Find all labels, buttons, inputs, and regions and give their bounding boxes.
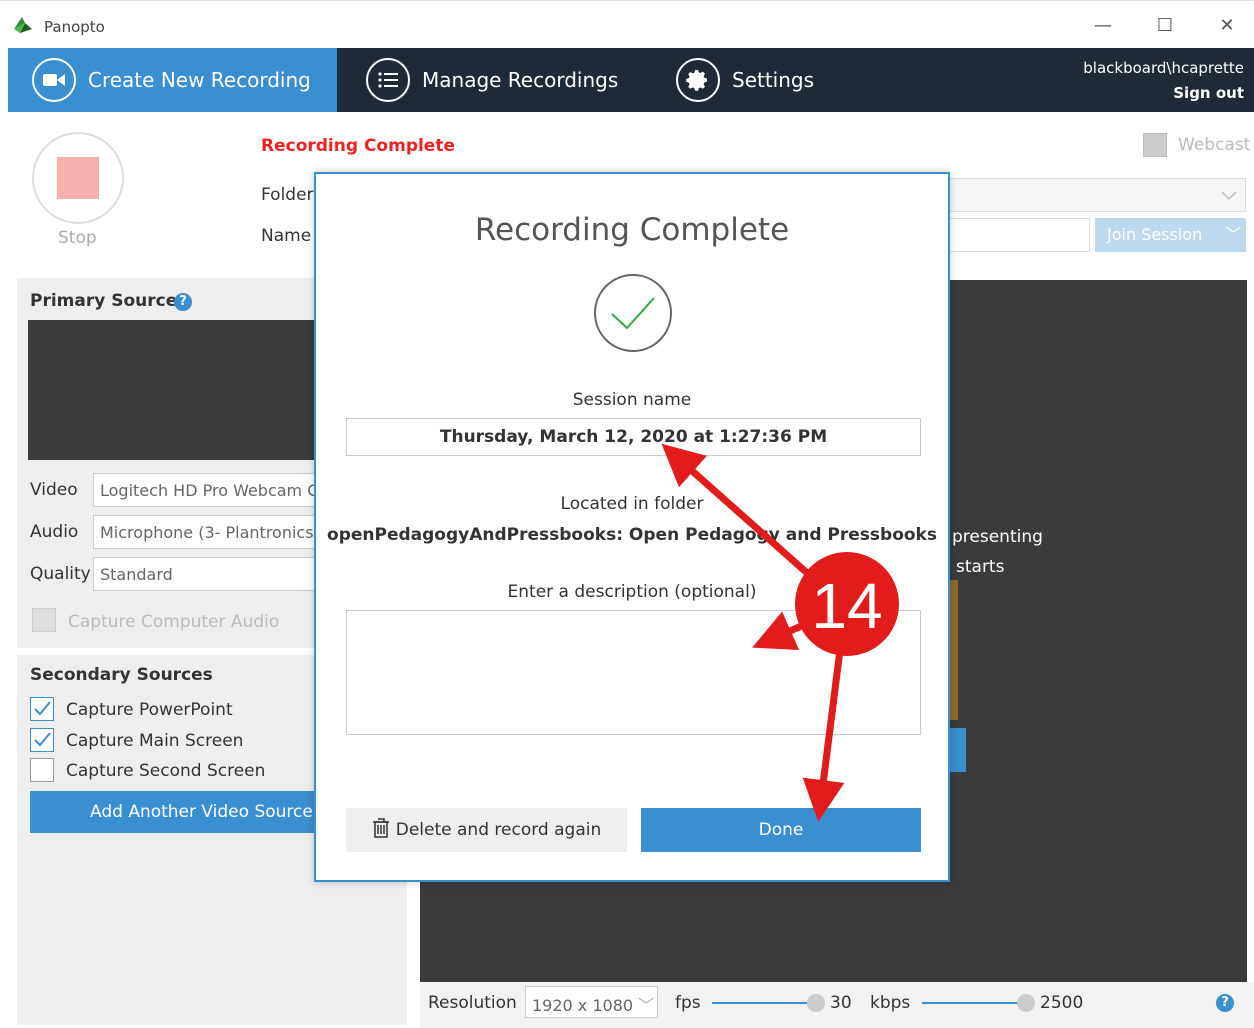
annotation-overlay: 14 xyxy=(661,443,899,822)
step-number: 14 xyxy=(811,570,882,642)
